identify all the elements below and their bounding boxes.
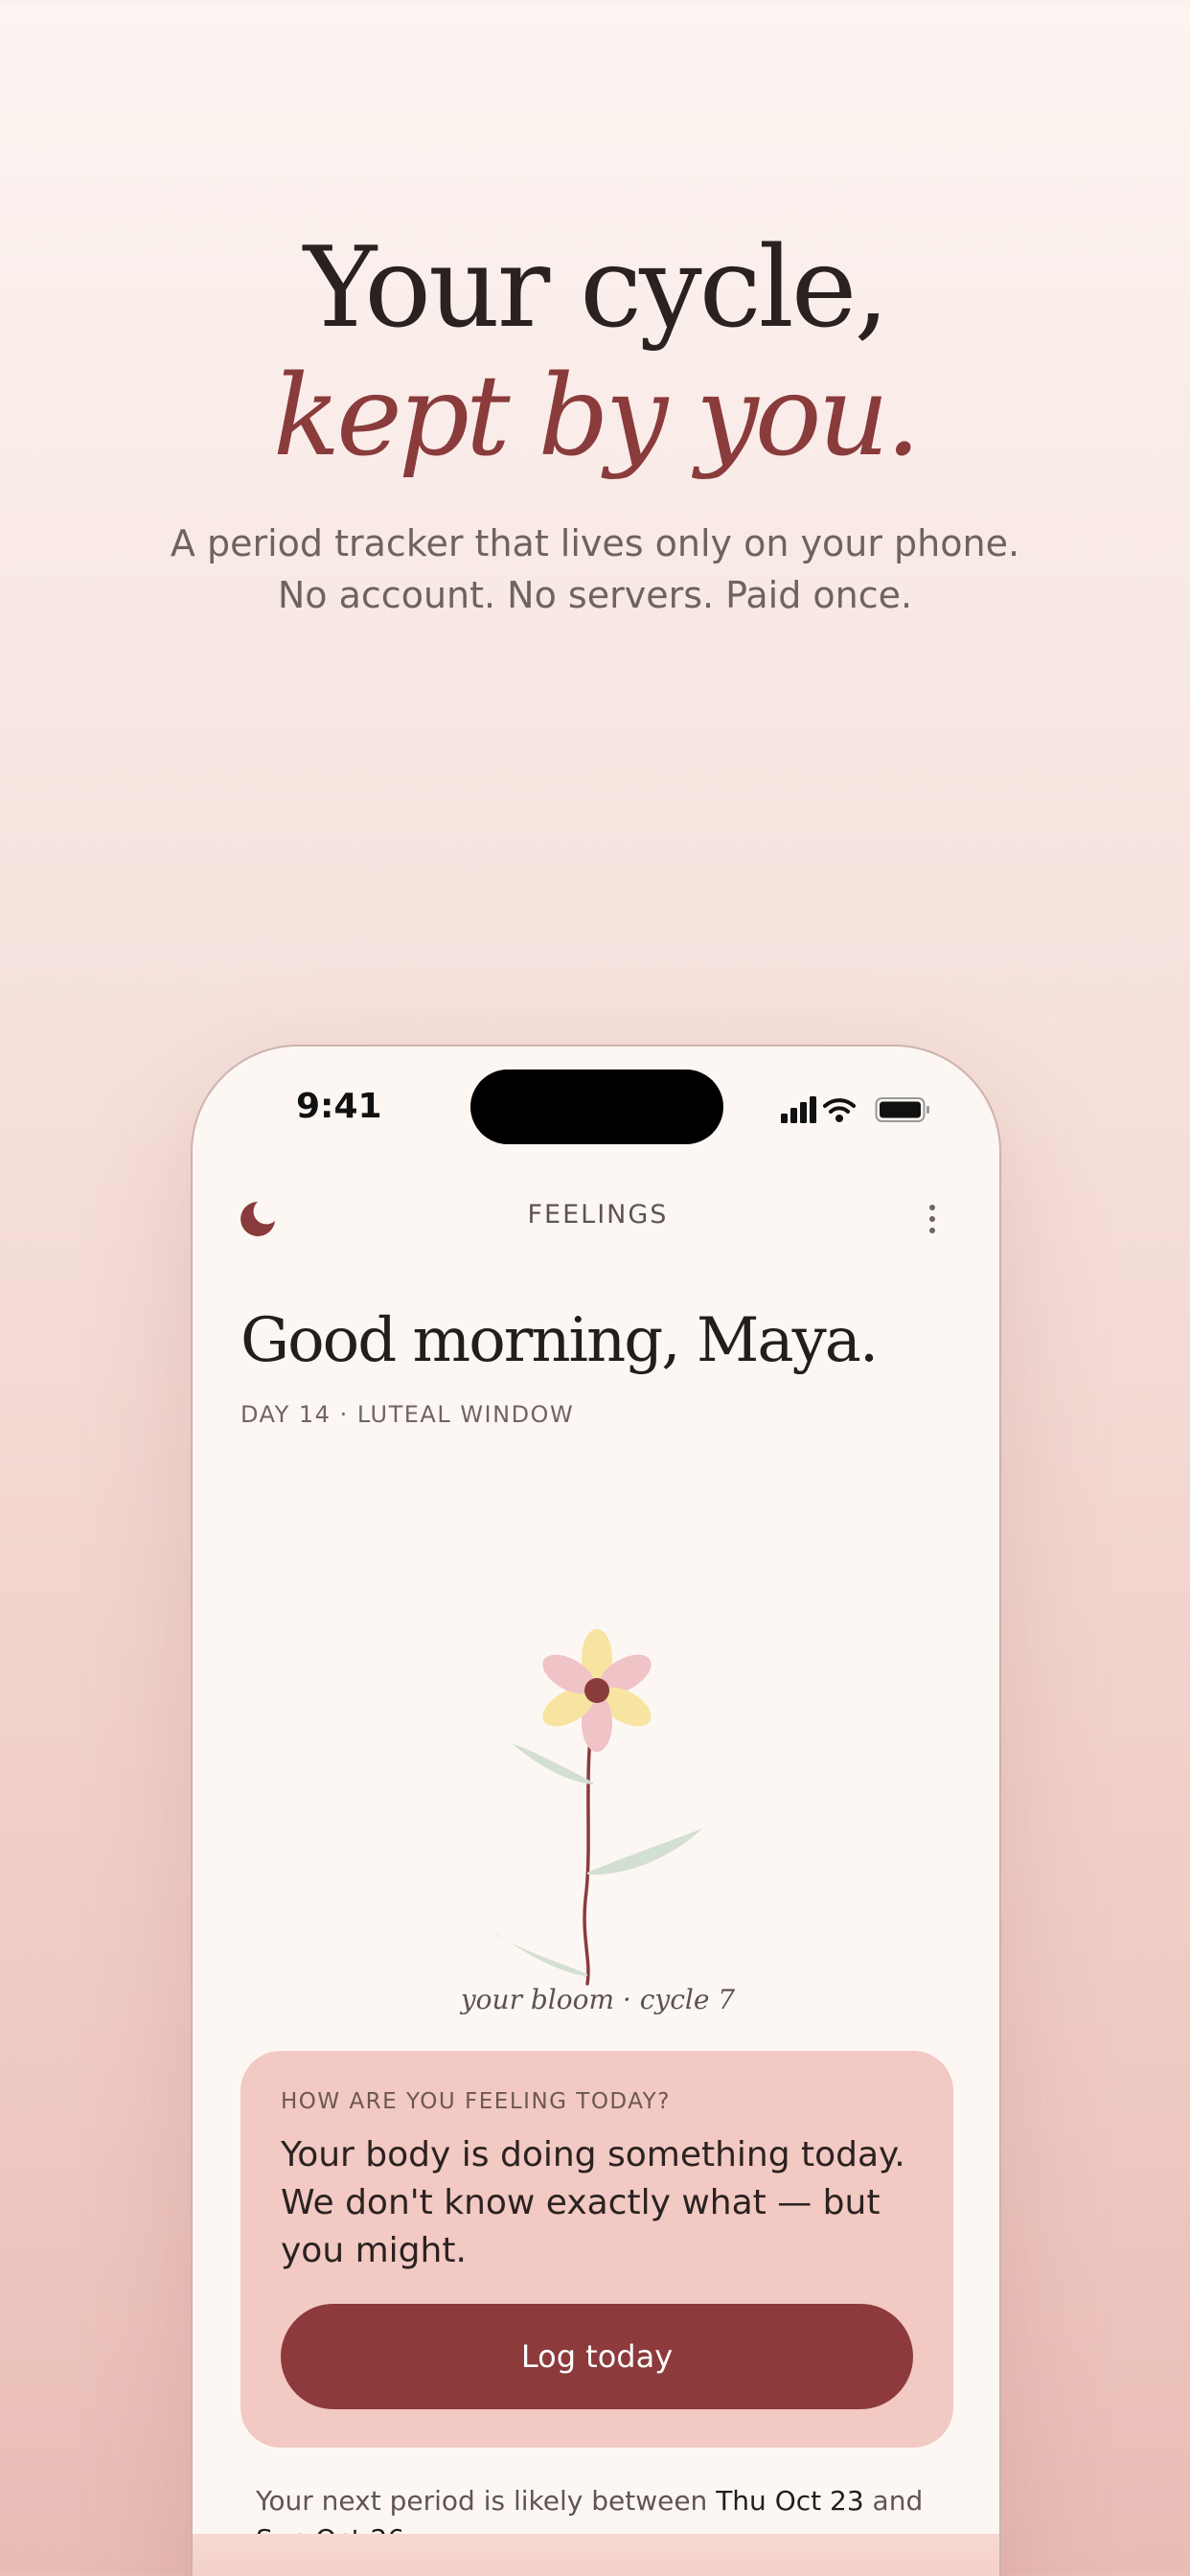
next-period-start: Thu Oct 23	[716, 2485, 864, 2517]
more-vertical-icon[interactable]	[927, 1200, 938, 1238]
wifi-icon	[823, 1098, 856, 1122]
next-period-joiner: and	[863, 2485, 924, 2517]
bloom-flower-illustration	[493, 1629, 702, 1986]
bloom-caption: your bloom · cycle 7	[460, 1984, 736, 2015]
status-time: 9:41	[296, 1087, 382, 1126]
feeling-card: HOW ARE YOU FEELING TODAY? Your body is …	[240, 2051, 953, 2448]
dynamic-island	[470, 1070, 723, 1144]
headline-line-1: Your cycle,	[303, 223, 889, 353]
battery-icon	[875, 1097, 929, 1122]
feeling-prompt-text: Your body is doing something today. We d…	[281, 2135, 905, 2270]
feeling-question: HOW ARE YOU FEELING TODAY?	[281, 2089, 671, 2114]
next-period-prefix: Your next period is likely between	[256, 2485, 717, 2517]
log-today-button[interactable]: Log today	[281, 2304, 913, 2409]
headline-line-2: kept by you.	[272, 352, 921, 481]
cycle-day-label: DAY 14 · LUTEAL WINDOW	[240, 1401, 575, 1428]
signal-icon	[781, 1096, 816, 1123]
bottom-fade	[193, 2534, 999, 2576]
screen-title: FEELINGS	[527, 1200, 669, 1230]
greeting-heading: Good morning, Maya.	[240, 1305, 879, 1376]
hero-subtitle: A period tracker that lives only on your…	[0, 518, 1190, 621]
subtitle-line-1: A period tracker that lives only on your…	[170, 522, 1020, 564]
subtitle-line-2: No account. No servers. Paid once.	[277, 574, 913, 616]
phone-mockup: 9:41 FEELINGS Good morning, Maya. DAY 14…	[191, 1045, 1001, 2576]
